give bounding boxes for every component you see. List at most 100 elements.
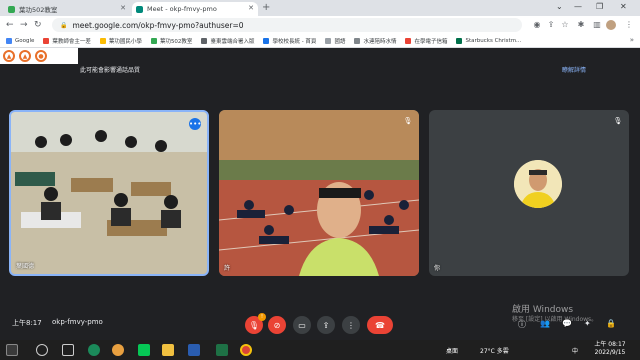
more-options-button[interactable]: ⋮ xyxy=(342,316,360,334)
meeting-info-icon[interactable]: ⓘ xyxy=(518,319,526,330)
bookmark-teachers-union[interactable]: 葉教師會主一差 xyxy=(43,37,91,45)
leave-call-button[interactable]: ☎ xyxy=(367,316,393,334)
bookmark-label: 葉功國民小學 xyxy=(108,38,142,45)
bookmark-label: 葉教師會主一差 xyxy=(52,38,91,45)
people-icon[interactable]: 👥 xyxy=(540,319,550,328)
participant-tile-outdoor[interactable]: 🎙 許 xyxy=(219,110,419,276)
clock-date: 2022/9/15 xyxy=(594,349,626,356)
outdoor-video xyxy=(219,110,419,276)
excel-icon[interactable] xyxy=(216,344,228,356)
tab-label: Meet - okp-fmvy-pmo xyxy=(147,5,217,13)
extension-icon[interactable]: ▲ xyxy=(19,50,31,62)
bookmark-icon xyxy=(354,37,361,44)
bookmark-classroom[interactable]: 葉功502教室 xyxy=(150,37,193,45)
learn-more-link[interactable]: 瞭解詳情 xyxy=(562,65,586,74)
back-button[interactable]: ← xyxy=(6,19,14,31)
bookmark-label: Starbucks Christm... xyxy=(465,37,522,44)
chrome-icon[interactable] xyxy=(240,344,252,356)
maximize-button[interactable]: ❐ xyxy=(596,2,603,11)
participant-name: 你 xyxy=(434,265,441,272)
close-tab-icon[interactable]: ✕ xyxy=(120,4,126,12)
bookmarks-bar: Google 葉教師會主一差 葉功國民小學 葉功502教室 臺東雲端合署入版 學… xyxy=(0,34,640,48)
extensions-icon[interactable]: ✱ xyxy=(576,20,586,30)
self-avatar-image xyxy=(514,160,562,208)
bookmark-icon xyxy=(150,37,157,44)
tab-label: 葉功502教室 xyxy=(19,6,58,14)
bookmark-icon xyxy=(99,37,106,44)
bookmark-icon xyxy=(201,37,208,44)
mic-off-icon: 🎙 xyxy=(403,117,413,125)
browser-toolbar: ← → ↻ 🔒 meet.google.com/okp-fmvy-pmo?aut… xyxy=(0,16,640,34)
meeting-time: 上午8:17 xyxy=(12,319,42,327)
classroom-video xyxy=(11,112,207,274)
bookmark-school-system[interactable]: 學校校長統 - 首頁 xyxy=(263,37,316,45)
bookmark-water[interactable]: 水連陪時水情 xyxy=(354,37,396,45)
weather-text[interactable]: 27°C 多雲 xyxy=(480,346,509,355)
bookmark-chinese[interactable]: 國語 xyxy=(325,37,345,45)
close-tab-icon[interactable]: ✕ xyxy=(248,4,254,12)
share-icon[interactable]: ⇪ xyxy=(546,20,556,30)
lock-icon: 🔒 xyxy=(60,21,68,29)
tile-more-options-icon[interactable]: ••• xyxy=(189,118,201,130)
task-view-icon[interactable] xyxy=(62,344,74,356)
tab-search-icon[interactable]: ⌄ xyxy=(556,2,563,11)
bookmark-label: 水連陪時水情 xyxy=(363,38,397,45)
bookmark-label: Google xyxy=(15,37,35,44)
app-icon[interactable] xyxy=(112,344,124,356)
edge-icon[interactable] xyxy=(88,344,100,356)
extension-strip: ▲ ▲ ● xyxy=(0,48,78,64)
self-avatar xyxy=(514,160,562,208)
mic-toggle-button[interactable]: 🎙 ! xyxy=(245,313,266,334)
reload-button[interactable]: ↻ xyxy=(34,19,42,31)
bookmark-cloud[interactable]: 臺東雲端合署入版 xyxy=(201,37,254,45)
search-icon[interactable] xyxy=(36,344,48,356)
participant-name: 許 xyxy=(224,265,231,272)
meet-favicon-icon xyxy=(136,5,143,13)
participant-name: 葉國德 xyxy=(16,263,35,270)
star-icon[interactable]: ☆ xyxy=(560,20,570,30)
bookmark-label: 國語 xyxy=(334,38,346,45)
bookmarks-more-icon[interactable]: » xyxy=(630,36,634,44)
menu-icon[interactable]: ⋮ xyxy=(624,20,634,30)
participant-tile-classroom[interactable]: ••• 葉國德 xyxy=(9,110,209,276)
bookmark-starbucks[interactable]: Starbucks Christm... xyxy=(456,37,522,44)
new-tab-button[interactable]: + xyxy=(262,2,270,14)
extension-icon[interactable]: ● xyxy=(35,50,47,62)
start-icon[interactable] xyxy=(6,344,18,356)
line-icon[interactable] xyxy=(138,344,150,356)
tab-classroom[interactable]: 葉功502教室 ✕ xyxy=(4,2,130,16)
forward-button[interactable]: → xyxy=(20,19,28,31)
tab-meet[interactable]: Meet - okp-fmvy-pmo ✕ xyxy=(132,2,258,16)
app-icon[interactable] xyxy=(188,344,200,356)
extension-icon[interactable]: ▲ xyxy=(3,50,15,62)
language-indicator[interactable]: 中 xyxy=(572,346,578,355)
address-bar[interactable]: 🔒 meet.google.com/okp-fmvy-pmo?authuser=… xyxy=(52,18,522,32)
clock-time: 上午 08:17 xyxy=(594,341,626,348)
captions-button[interactable]: ▭ xyxy=(293,316,311,334)
activities-icon[interactable]: ✦ xyxy=(584,319,591,328)
chat-icon[interactable]: 💬 xyxy=(562,319,572,328)
camera-toggle-button[interactable]: ⊘ xyxy=(268,316,286,334)
mic-off-icon: 🎙 xyxy=(613,117,623,125)
bookmark-google[interactable]: Google xyxy=(6,37,35,44)
bookmark-school[interactable]: 葉功國民小學 xyxy=(99,37,142,45)
file-explorer-icon[interactable] xyxy=(162,344,174,356)
classroom-favicon-icon xyxy=(8,5,15,13)
system-clock[interactable]: 上午 08:17 2022/9/15 xyxy=(590,341,630,357)
minimize-button[interactable]: — xyxy=(574,2,582,11)
participant-tile-self[interactable]: 🎙 你 xyxy=(429,110,629,276)
close-window-button[interactable]: ✕ xyxy=(620,2,627,11)
bookmark-label: 學校校長統 - 首頁 xyxy=(272,38,317,45)
bookmark-icon xyxy=(263,37,270,44)
sidepanel-icon[interactable]: ▥ xyxy=(592,20,602,30)
bookmark-email[interactable]: 在學電子信箱 xyxy=(405,37,447,45)
quality-warning-text: 此可能會影響通話品質 xyxy=(80,67,141,74)
bookmark-icon xyxy=(43,37,50,44)
host-controls-icon[interactable]: 🔒 xyxy=(606,319,616,328)
camera-icon[interactable]: ◉ xyxy=(532,20,542,30)
bookmark-label: 葉功502教室 xyxy=(159,38,193,45)
bookmark-label: 臺東雲端合署入版 xyxy=(210,38,255,45)
desktop-label[interactable]: 桌面 xyxy=(446,346,458,355)
profile-avatar[interactable] xyxy=(606,20,616,30)
present-button[interactable]: ⇪ xyxy=(317,316,335,334)
